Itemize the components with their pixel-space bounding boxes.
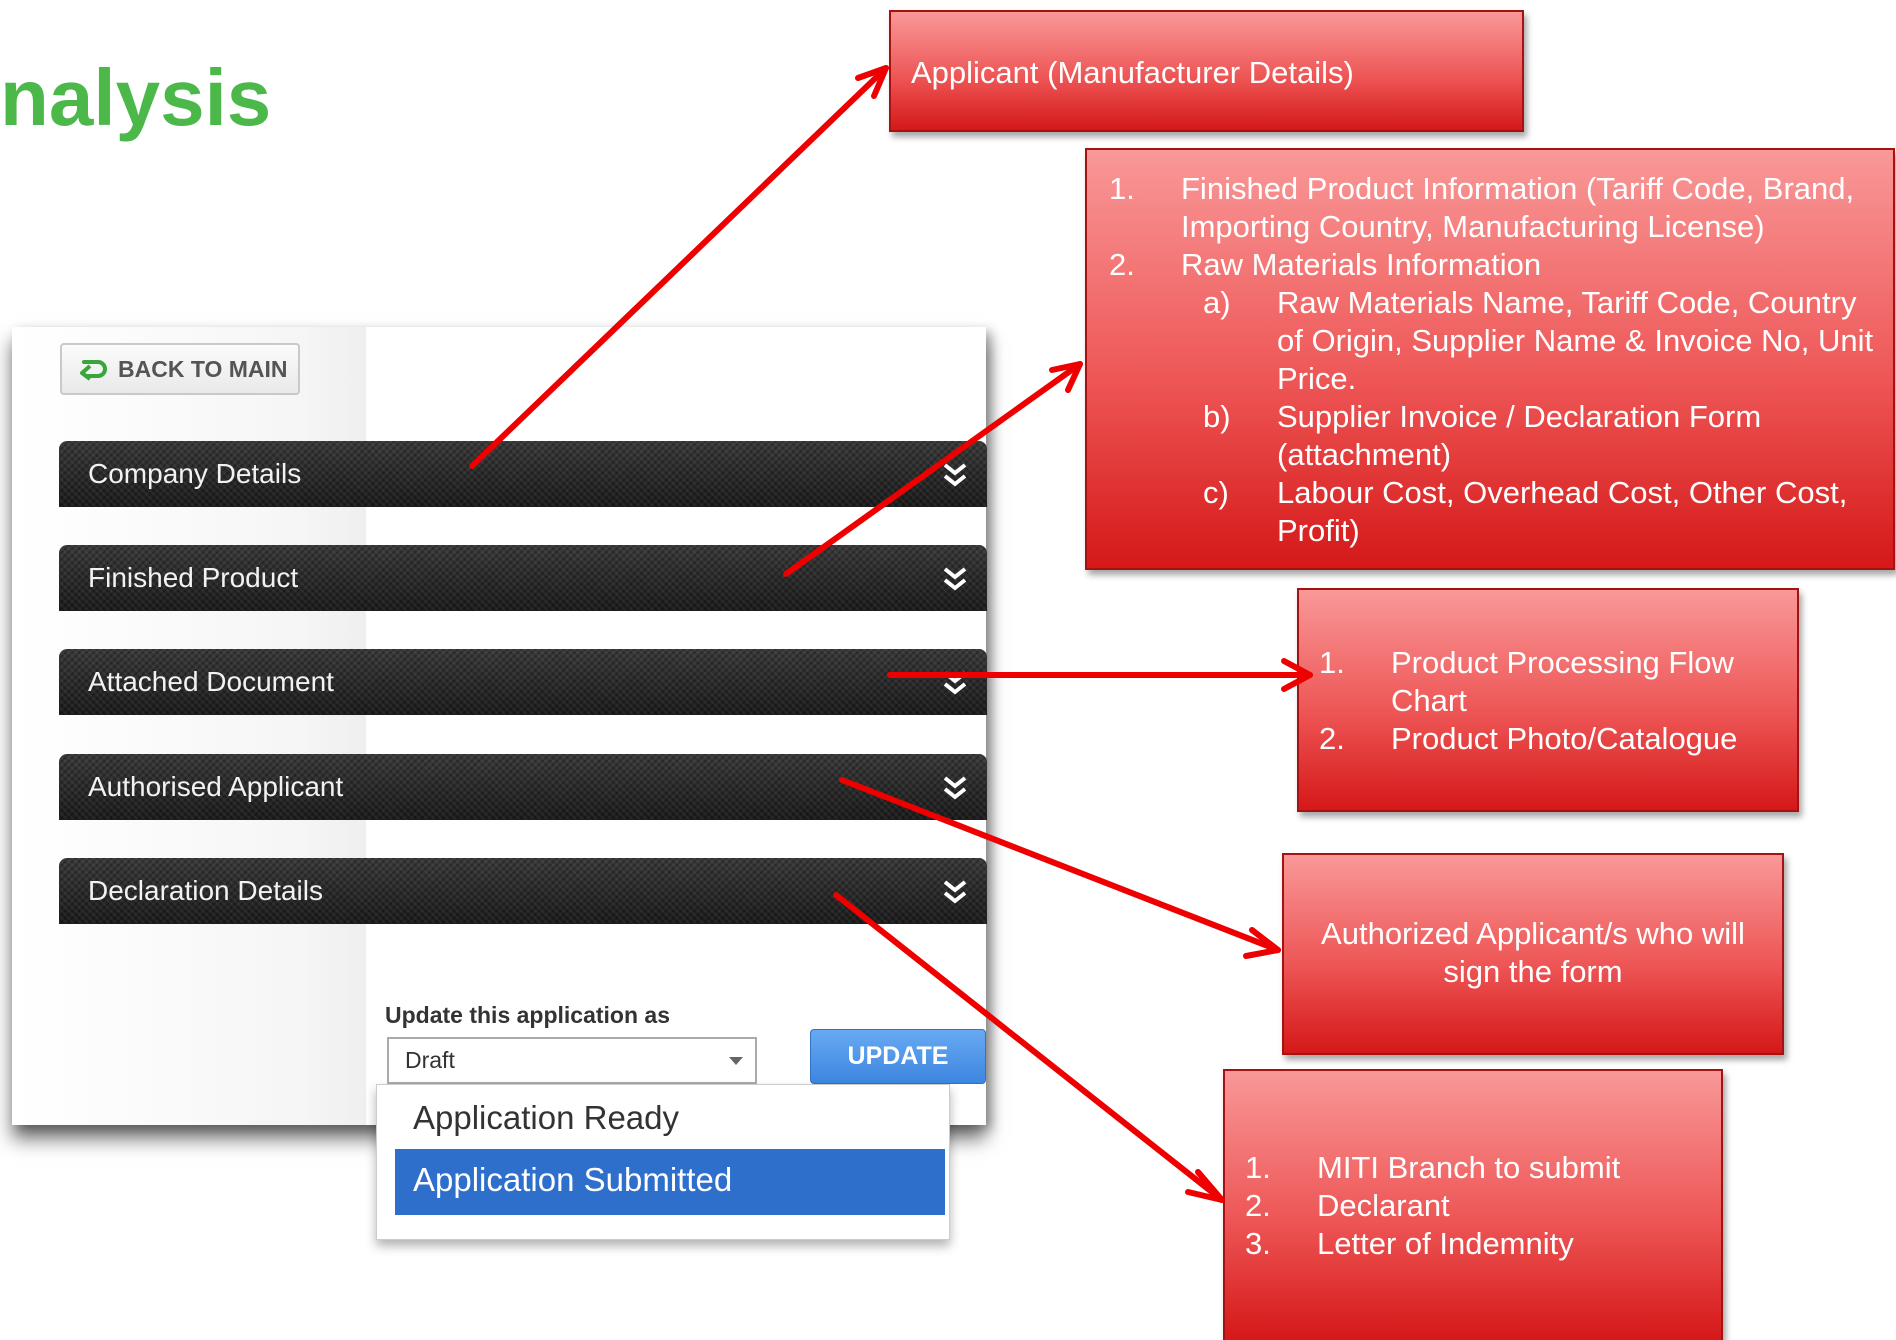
list-text: Product Processing Flow: [1391, 645, 1734, 680]
list-number: 2.: [1109, 247, 1135, 282]
note-text: Applicant (Manufacturer Details): [911, 55, 1354, 90]
note-attached-document: 1. Product Processing Flow Chart 2. Prod…: [1297, 588, 1799, 812]
list-number: 1.: [1319, 645, 1345, 680]
update-status-label: Update this application as: [385, 1002, 670, 1028]
section-declaration-details[interactable]: Declaration Details: [59, 858, 987, 924]
sub-list-text: Labour Cost, Overhead Cost, Other Cost,: [1277, 475, 1848, 510]
section-label: Authorised Applicant: [88, 771, 344, 802]
sub-list-text: of Origin, Supplier Name & Invoice No, U…: [1277, 323, 1874, 358]
section-label: Finished Product: [88, 562, 299, 593]
section-finished-product[interactable]: Finished Product: [59, 545, 987, 611]
arrowhead-icon: [1185, 1169, 1225, 1203]
double-chevron-down-icon: [941, 775, 969, 806]
list-number: 3.: [1245, 1226, 1271, 1261]
sub-list-text: Raw Materials Name, Tariff Code, Country: [1277, 285, 1857, 320]
list-text: Letter of Indemnity: [1317, 1226, 1574, 1261]
double-chevron-down-icon: [941, 670, 969, 701]
list-text: MITI Branch to submit: [1317, 1150, 1621, 1185]
back-arrow-icon: [78, 356, 108, 382]
application-panel: BACK TO MAIN Company Details Finished Pr…: [12, 327, 987, 1125]
section-attached-document[interactable]: Attached Document: [59, 649, 987, 715]
note-text: sign the form: [1443, 954, 1623, 989]
sub-list-text: Supplier Invoice / Declaration Form: [1277, 399, 1762, 434]
note-declaration: 1. MITI Branch to submit 2. Declarant 3.…: [1223, 1069, 1723, 1340]
section-label: Company Details: [88, 458, 302, 489]
note-applicant: Applicant (Manufacturer Details): [889, 10, 1524, 132]
list-number: 1.: [1245, 1150, 1271, 1185]
back-to-main-label: BACK TO MAIN: [118, 355, 288, 382]
arrowhead-icon: [1243, 927, 1281, 959]
caret-down-icon: [729, 1057, 743, 1065]
sub-list-text: Price.: [1277, 361, 1357, 396]
double-chevron-down-icon: [941, 462, 969, 493]
back-to-main-button[interactable]: BACK TO MAIN: [60, 343, 300, 395]
dropdown-option-application-submitted[interactable]: Application Submitted: [395, 1149, 945, 1215]
note-authorised-applicant: Authorized Applicant/s who will sign the…: [1282, 853, 1784, 1055]
sub-list-letter: b): [1203, 399, 1231, 434]
list-text: Finished Product Information (Tariff Cod…: [1181, 171, 1855, 206]
update-button[interactable]: UPDATE: [810, 1029, 986, 1084]
status-dropdown-list: Application Ready Application Submitted: [376, 1084, 950, 1240]
status-select[interactable]: Draft: [387, 1037, 757, 1084]
list-number: 2.: [1245, 1188, 1271, 1223]
double-chevron-down-icon: [941, 879, 969, 910]
note-finished-product: 1. Finished Product Information (Tariff …: [1085, 148, 1895, 570]
list-text: Product Photo/Catalogue: [1391, 721, 1738, 756]
list-number: 2.: [1319, 721, 1345, 756]
dropdown-option-application-ready[interactable]: Application Ready: [395, 1087, 945, 1153]
sub-list-letter: c): [1203, 475, 1229, 510]
section-authorised-applicant[interactable]: Authorised Applicant: [59, 754, 987, 820]
arrowhead-icon: [1049, 361, 1083, 393]
note-text: Authorized Applicant/s who will: [1321, 916, 1745, 951]
sub-list-text: (attachment): [1277, 437, 1452, 472]
arrowhead-icon: [855, 65, 889, 99]
list-number: 1.: [1109, 171, 1135, 206]
section-company-details[interactable]: Company Details: [59, 441, 987, 507]
slide-title: nalysis: [0, 53, 272, 142]
section-label: Declaration Details: [88, 875, 323, 906]
sub-list-letter: a): [1203, 285, 1231, 320]
list-text: Raw Materials Information: [1181, 247, 1542, 282]
list-text: Importing Country, Manufacturing License…: [1181, 209, 1765, 244]
list-text: Chart: [1391, 683, 1467, 718]
section-label: Attached Document: [88, 666, 334, 697]
sub-list-text: Profit): [1277, 513, 1360, 548]
status-select-value: Draft: [405, 1047, 455, 1073]
double-chevron-down-icon: [941, 566, 969, 597]
list-text: Declarant: [1317, 1188, 1450, 1223]
